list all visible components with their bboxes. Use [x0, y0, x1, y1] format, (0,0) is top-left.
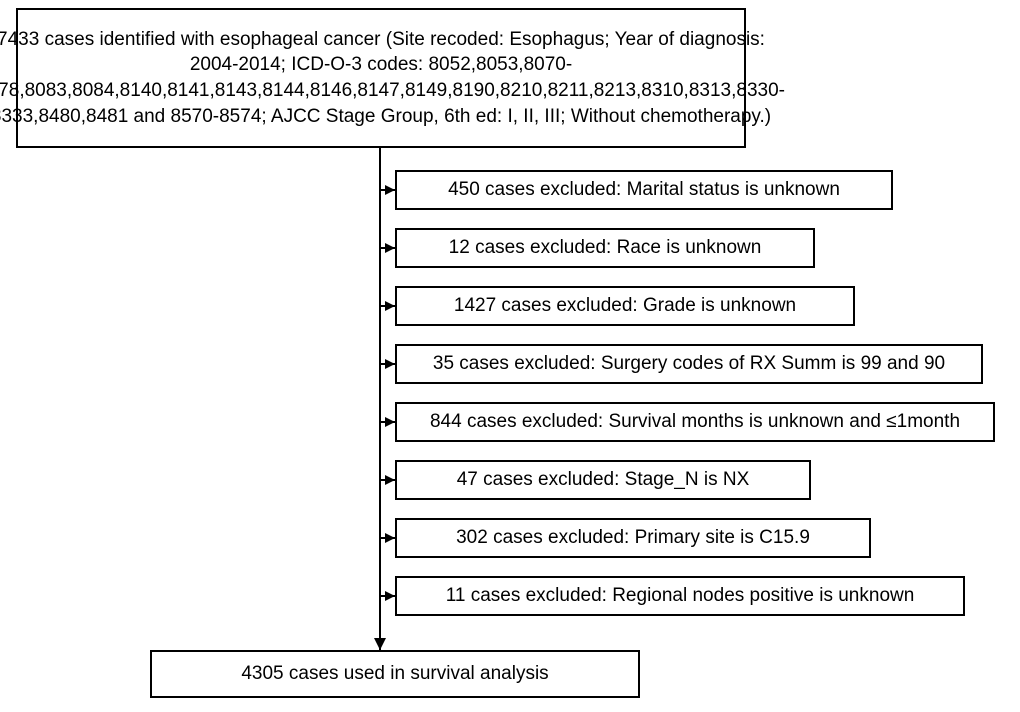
exclusion-box-3: 1427 cases excluded: Grade is unknown: [395, 286, 855, 326]
identification-text: 7433 cases identified with esophageal ca…: [0, 27, 785, 130]
result-text: 4305 cases used in survival analysis: [241, 661, 548, 687]
exclusion-box-4: 35 cases excluded: Surgery codes of RX S…: [395, 344, 983, 384]
exclusion-text: 11 cases excluded: Regional nodes positi…: [446, 583, 915, 609]
exclusion-box-1: 450 cases excluded: Marital status is un…: [395, 170, 893, 210]
branch-2: [380, 243, 395, 253]
branch-5: [380, 417, 395, 427]
exclusion-text: 844 cases excluded: Survival months is u…: [430, 409, 960, 435]
exclusion-text: 1427 cases excluded: Grade is unknown: [454, 293, 796, 319]
branch-8: [380, 591, 395, 601]
branch-4: [380, 359, 395, 369]
identification-box: 7433 cases identified with esophageal ca…: [16, 8, 746, 148]
exclusion-text: 450 cases excluded: Marital status is un…: [448, 177, 840, 203]
exclusion-text: 12 cases excluded: Race is unknown: [449, 235, 762, 261]
exclusion-box-6: 47 cases excluded: Stage_N is NX: [395, 460, 811, 500]
exclusion-box-8: 11 cases excluded: Regional nodes positi…: [395, 576, 965, 616]
exclusion-box-5: 844 cases excluded: Survival months is u…: [395, 402, 995, 442]
exclusion-box-2: 12 cases excluded: Race is unknown: [395, 228, 815, 268]
result-box: 4305 cases used in survival analysis: [150, 650, 640, 698]
exclusion-text: 35 cases excluded: Surgery codes of RX S…: [433, 351, 945, 377]
branch-6: [380, 475, 395, 485]
exclusion-text: 47 cases excluded: Stage_N is NX: [457, 467, 750, 493]
exclusion-text: 302 cases excluded: Primary site is C15.…: [456, 525, 810, 551]
branch-1: [380, 185, 395, 195]
flowchart-canvas: 7433 cases identified with esophageal ca…: [0, 0, 1020, 712]
exclusion-box-7: 302 cases excluded: Primary site is C15.…: [395, 518, 871, 558]
branch-7: [380, 533, 395, 543]
branch-3: [380, 301, 395, 311]
